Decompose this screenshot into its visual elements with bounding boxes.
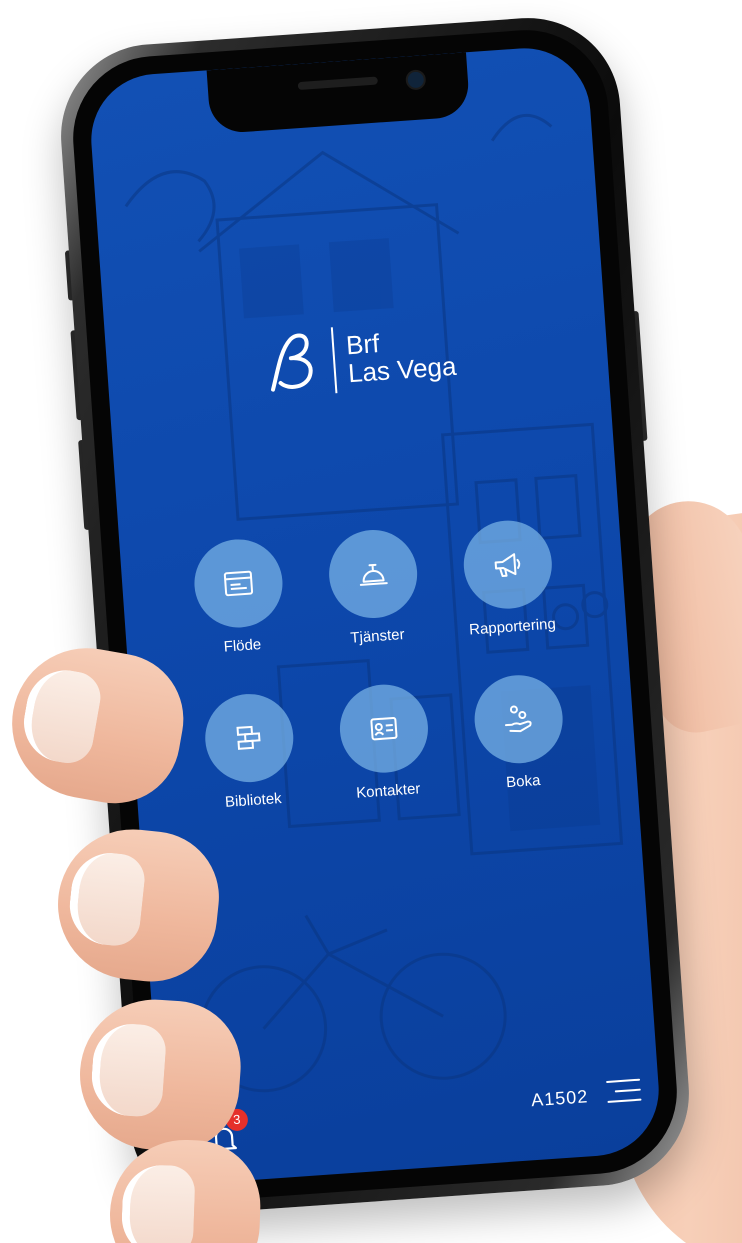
- tile-boka[interactable]: Boka: [448, 671, 591, 795]
- hand-booking-icon: [505, 705, 532, 733]
- tile-flode-circle[interactable]: [191, 536, 286, 631]
- service-bell-icon: [359, 563, 388, 586]
- brand-logo: Brf Las Vega: [255, 319, 458, 399]
- app-stage: Brf Las Vega Flöde Tjänster Rapportering…: [0, 0, 742, 1243]
- hamburger-menu-icon[interactable]: [606, 1077, 642, 1105]
- tile-bibliotek-circle[interactable]: [201, 691, 296, 786]
- tile-tjanster[interactable]: Tjänster: [303, 525, 446, 649]
- contact-card-icon: [370, 716, 398, 741]
- fingernail: [89, 1021, 168, 1119]
- finger-ring: [74, 994, 246, 1156]
- tile-flode-label: Flöde: [223, 636, 262, 656]
- tile-rapportering[interactable]: Rapportering: [438, 516, 581, 640]
- tile-bibliotek[interactable]: Bibliotek: [178, 689, 321, 813]
- tile-rapportering-label: Rapportering: [468, 615, 557, 639]
- tile-tjanster-label: Tjänster: [349, 626, 406, 647]
- tile-kontakter[interactable]: Kontakter: [313, 680, 456, 804]
- service-grid: Flöde Tjänster Rapportering Bibliotek Ko…: [168, 516, 592, 814]
- apartment-label: A1502: [530, 1086, 589, 1111]
- tile-rapportering-circle[interactable]: [461, 517, 556, 612]
- fingernail: [17, 664, 105, 768]
- tile-boka-label: Boka: [505, 771, 541, 792]
- brand-b-icon: [271, 333, 313, 392]
- megaphone-icon: [494, 553, 521, 577]
- front-camera: [405, 69, 427, 91]
- browser-window-icon: [223, 570, 253, 597]
- brand-name: Brf Las Vega: [345, 324, 458, 389]
- fingernail: [120, 1163, 196, 1243]
- logo-divider: [330, 327, 338, 394]
- fingernail: [65, 849, 148, 949]
- earpiece-speaker: [297, 76, 379, 91]
- bricks-icon: [236, 725, 261, 750]
- brand-line-2: Las Vega: [347, 350, 458, 389]
- tile-flode[interactable]: Flöde: [168, 535, 311, 659]
- tile-tjanster-circle[interactable]: [326, 527, 421, 621]
- tile-kontakter-circle[interactable]: [336, 681, 431, 776]
- tile-boka-circle[interactable]: [471, 672, 566, 767]
